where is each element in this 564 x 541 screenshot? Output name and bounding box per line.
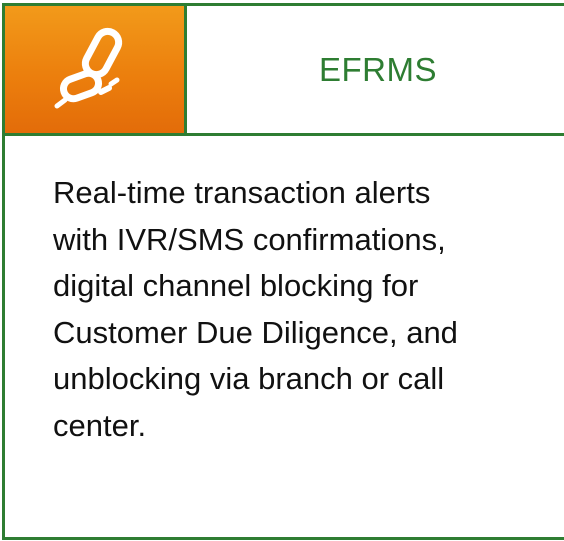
card-title: EFRMS bbox=[319, 50, 437, 88]
card-header: EFRMS bbox=[2, 3, 564, 136]
card-description: Real-time transaction alerts with IVR/SM… bbox=[53, 175, 458, 443]
icon-tile bbox=[5, 6, 187, 133]
efrms-card: EFRMS Real-time transaction alerts with … bbox=[0, 0, 564, 541]
chain-link-icon bbox=[54, 27, 122, 108]
